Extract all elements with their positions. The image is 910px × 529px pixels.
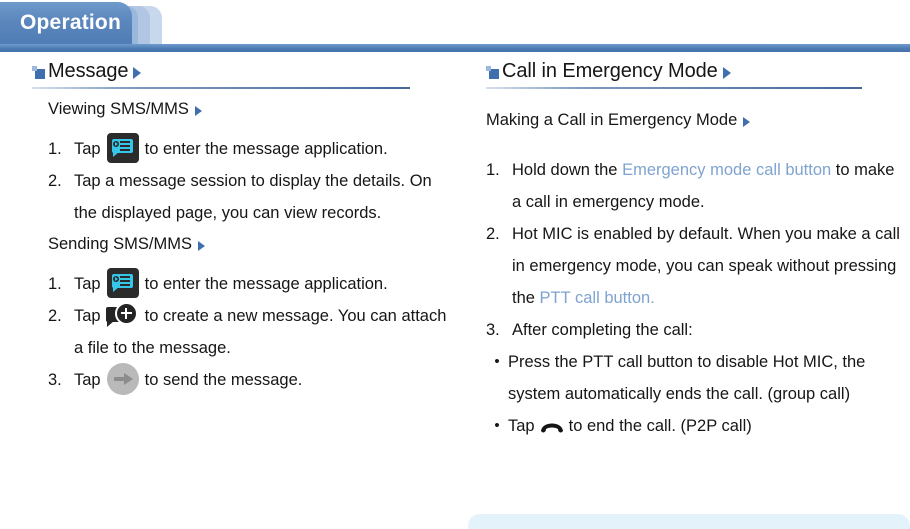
viewing-sms-steps: 1. Tap to enter the message application. … [48, 132, 452, 229]
list-item: 2. Hot MIC is enabled by default. When y… [486, 218, 906, 314]
step-text-after: to send the message. [144, 371, 303, 389]
step-body: Hold down the Emergency mode call button… [512, 154, 906, 218]
left-column: Message Viewing SMS/MMS 1. Tap to enter t… [32, 60, 452, 397]
step-body: Tap to send the message. [74, 362, 452, 397]
list-item: 3. After completing the call: [486, 314, 906, 346]
subheading-viewing-sms: Viewing SMS/MMS [48, 100, 452, 119]
step-number: 1. [486, 161, 500, 179]
bullet-body: Press the PTT call button to disable Hot… [508, 353, 866, 403]
step-body: Tap to enter the message application. [74, 132, 452, 165]
ptt-call-button-link[interactable]: PTT call button. [540, 289, 655, 307]
new-message-icon[interactable] [105, 301, 140, 330]
message-app-icon[interactable] [106, 132, 139, 163]
header-tab-stack: Operation [0, 2, 170, 46]
step-number: 2. [48, 307, 62, 325]
step-body: Tap to create a new message. You can atta… [74, 300, 452, 364]
step-body: Hot MIC is enabled by default. When you … [512, 218, 906, 314]
step-text-before: Tap [74, 140, 101, 158]
subheading-making-call-label: Making a Call in Emergency Mode [486, 111, 738, 129]
step-text-after: to enter the message application. [144, 275, 388, 293]
triangle-right-icon [197, 240, 205, 251]
bullet-text-before: Tap [508, 417, 535, 435]
step-text-before: Tap [74, 275, 101, 293]
step-number: 1. [48, 275, 62, 293]
header-tab-label: Operation [20, 11, 121, 34]
list-item: 1. Tap to enter the message application. [48, 267, 452, 300]
step-body: After completing the call: [512, 321, 693, 339]
right-section-title: Call in Emergency Mode [502, 60, 718, 82]
bullet-text-after: to end the call. (P2P call) [568, 417, 752, 435]
bullet-marker: • [494, 417, 500, 434]
emergency-call-bullets: • Press the PTT call button to disable H… [486, 346, 906, 442]
bullet-body: Tap to end the call. (P2P call) [508, 410, 906, 442]
list-item: 2. Tap a message session to display the … [48, 165, 452, 229]
list-item: 3. Tap to send the message. [48, 362, 452, 397]
step-text-before: Tap [74, 307, 101, 325]
subheading-viewing-sms-label: Viewing SMS/MMS [48, 100, 189, 118]
left-section-heading: Message [32, 60, 452, 86]
bullet-marker: • [494, 353, 500, 370]
list-item: 1. Hold down the Emergency mode call but… [486, 154, 906, 218]
blue-square-marker-icon [486, 66, 499, 79]
step-text-after: to enter the message application. [144, 140, 388, 158]
step-number: 3. [48, 371, 62, 389]
step-number: 3. [486, 321, 500, 339]
end-call-icon[interactable] [539, 418, 565, 434]
step-number: 2. [486, 225, 500, 243]
header-divider-bar [0, 44, 910, 52]
list-item: • Press the PTT call button to disable H… [486, 346, 906, 410]
triangle-right-icon [133, 66, 142, 79]
triangle-right-icon [722, 66, 731, 79]
step-number: 1. [48, 140, 62, 158]
bottom-decorative-panel [468, 514, 910, 529]
left-section-title: Message [48, 60, 129, 82]
step-body: Tap a message session to display the det… [74, 172, 432, 222]
page-header: Operation [0, 0, 910, 53]
subheading-sending-sms: Sending SMS/MMS [48, 235, 452, 254]
triangle-right-icon [743, 116, 751, 127]
step-number: 2. [48, 172, 62, 190]
right-section-rule [486, 87, 862, 89]
emergency-call-steps: 1. Hold down the Emergency mode call but… [486, 154, 906, 346]
list-item: 1. Tap to enter the message application. [48, 132, 452, 165]
message-app-icon[interactable] [106, 267, 139, 298]
emergency-mode-call-button-link[interactable]: Emergency mode call button [622, 161, 831, 179]
list-item: 2. Tap to create a new message. You can a… [48, 300, 452, 364]
step-text-before: Hold down the [512, 161, 623, 179]
subheading-sending-sms-label: Sending SMS/MMS [48, 235, 192, 253]
sending-sms-steps: 1. Tap to enter the message application. … [48, 267, 452, 397]
step-body: Tap to enter the message application. [74, 267, 452, 300]
blue-square-marker-icon [32, 66, 45, 79]
list-item: • Tap to end the call. (P2P call) [486, 410, 906, 442]
right-section-heading: Call in Emergency Mode [486, 60, 906, 86]
subheading-making-call: Making a Call in Emergency Mode [486, 111, 906, 130]
step-text-before: Tap [74, 371, 101, 389]
right-column: Call in Emergency Mode Making a Call in … [486, 60, 906, 442]
left-section-rule [32, 87, 410, 89]
send-arrow-icon[interactable] [106, 362, 139, 395]
triangle-right-icon [194, 105, 202, 116]
